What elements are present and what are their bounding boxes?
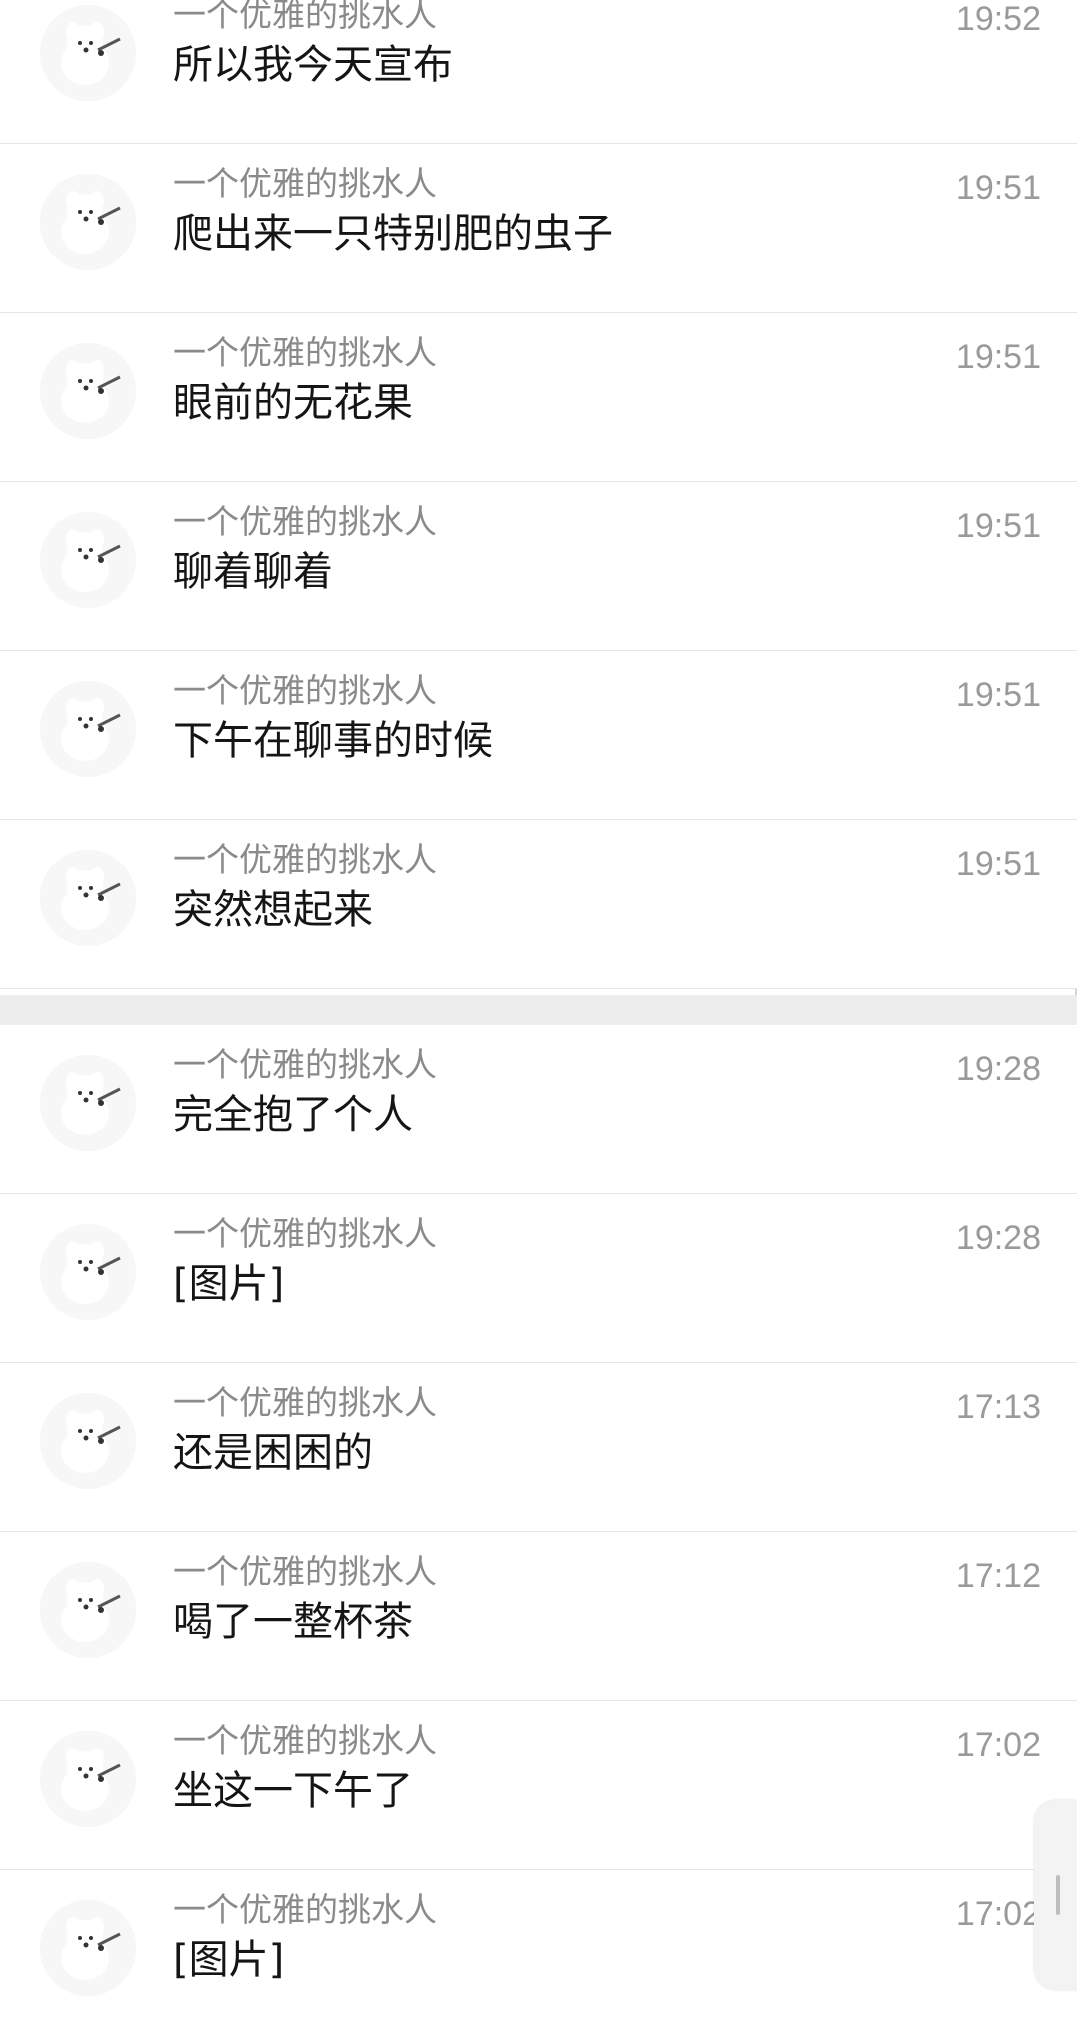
white-dog-icon — [40, 343, 136, 439]
sender-name: 一个优雅的挑水人 — [173, 671, 437, 710]
message-row[interactable]: 一个优雅的挑水人 [图片] 17:02 — [0, 1870, 1077, 2028]
message-time: 17:12 — [955, 1557, 1041, 1595]
sender-name: 一个优雅的挑水人 — [173, 1721, 437, 1760]
sender-name: 一个优雅的挑水人 — [173, 1045, 437, 1084]
message-row[interactable]: 一个优雅的挑水人 爬出来一只特别肥的虫子 19:51 — [0, 144, 1077, 313]
message-text: 所以我今天宣布 — [173, 42, 453, 88]
sender-name: 一个优雅的挑水人 — [173, 333, 437, 372]
message-group-2: 一个优雅的挑水人 完全抱了个人 19:28 一个优雅的挑水人 [图片] 19:2… — [0, 1025, 1077, 2028]
white-dog-icon — [40, 681, 136, 777]
white-dog-icon — [40, 5, 136, 101]
message-row[interactable]: 一个优雅的挑水人 坐这一下午了 17:02 — [0, 1701, 1077, 1870]
white-dog-icon — [40, 512, 136, 608]
section-separator — [0, 995, 1077, 1025]
message-time: 19:28 — [955, 1050, 1041, 1088]
message-text: 还是困困的 — [173, 1430, 373, 1476]
message-row[interactable]: 一个优雅的挑水人 喝了一整杯茶 17:12 — [0, 1532, 1077, 1701]
message-time: 17:02 — [955, 1726, 1041, 1764]
message-time: 19:51 — [955, 676, 1041, 714]
sender-name: 一个优雅的挑水人 — [173, 1383, 437, 1422]
white-dog-icon — [40, 1731, 136, 1827]
sender-name: 一个优雅的挑水人 — [173, 1214, 437, 1253]
white-dog-icon — [40, 174, 136, 270]
message-row[interactable]: 一个优雅的挑水人 聊着聊着 19:51 — [0, 482, 1077, 651]
message-time: 19:52 — [955, 0, 1041, 38]
sender-name: 一个优雅的挑水人 — [173, 840, 437, 879]
message-text: [图片] — [173, 1261, 285, 1307]
sender-name: 一个优雅的挑水人 — [173, 1552, 437, 1591]
scroll-handle[interactable] — [1034, 1800, 1077, 1990]
message-text: 完全抱了个人 — [173, 1092, 413, 1138]
white-dog-icon — [40, 1562, 136, 1658]
message-row[interactable]: 一个优雅的挑水人 还是困困的 17:13 — [0, 1363, 1077, 1532]
message-text: [图片] — [173, 1937, 285, 1983]
message-text: 下午在聊事的时候 — [173, 718, 493, 764]
message-row[interactable]: 一个优雅的挑水人 所以我今天宣布 19:52 — [0, 0, 1077, 144]
white-dog-icon — [40, 1900, 136, 1996]
message-row[interactable]: 一个优雅的挑水人 下午在聊事的时候 19:51 — [0, 651, 1077, 820]
message-time: 19:51 — [955, 507, 1041, 545]
message-row[interactable]: 一个优雅的挑水人 突然想起来 19:51 — [0, 820, 1077, 989]
white-dog-icon — [40, 1224, 136, 1320]
message-text: 突然想起来 — [173, 887, 373, 933]
sender-name: 一个优雅的挑水人 — [173, 164, 437, 203]
sender-name: 一个优雅的挑水人 — [173, 1890, 437, 1929]
white-dog-icon — [40, 850, 136, 946]
message-time: 19:51 — [955, 845, 1041, 883]
message-time: 17:02 — [955, 1895, 1041, 1933]
message-text: 爬出来一只特别肥的虫子 — [173, 211, 613, 257]
message-time: 17:13 — [955, 1388, 1041, 1426]
message-text: 坐这一下午了 — [173, 1768, 413, 1814]
message-time: 19:51 — [955, 338, 1041, 376]
sender-name: 一个优雅的挑水人 — [173, 0, 437, 34]
message-group-1: 一个优雅的挑水人 所以我今天宣布 19:52 一个优雅的挑水人 爬出来一只特别肥… — [0, 0, 1077, 989]
message-row[interactable]: 一个优雅的挑水人 眼前的无花果 19:51 — [0, 313, 1077, 482]
message-text: 眼前的无花果 — [173, 380, 413, 426]
message-text: 喝了一整杯茶 — [173, 1599, 413, 1645]
white-dog-icon — [40, 1393, 136, 1489]
message-time: 19:28 — [955, 1219, 1041, 1257]
message-row[interactable]: 一个优雅的挑水人 完全抱了个人 19:28 — [0, 1025, 1077, 1194]
white-dog-icon — [40, 1055, 136, 1151]
message-time: 19:51 — [955, 169, 1041, 207]
sender-name: 一个优雅的挑水人 — [173, 502, 437, 541]
message-text: 聊着聊着 — [173, 549, 333, 595]
message-row[interactable]: 一个优雅的挑水人 [图片] 19:28 — [0, 1194, 1077, 1363]
scroll-indicator-icon — [1056, 1875, 1060, 1915]
conversation-list-page: 一个优雅的挑水人 所以我今天宣布 19:52 一个优雅的挑水人 爬出来一只特别肥… — [0, 0, 1077, 2028]
